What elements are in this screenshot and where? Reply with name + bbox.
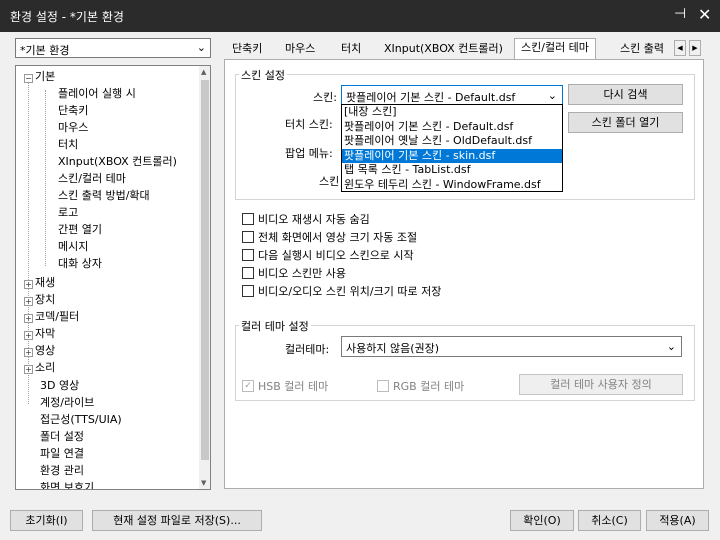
expander-icon[interactable]: + [24, 365, 33, 374]
tab-touch[interactable]: 터치 [341, 40, 361, 60]
chevron-down-icon: ⌄ [196, 41, 206, 54]
scroll-up-icon[interactable]: ▲ [201, 68, 206, 76]
window-title: 환경 설정 - *기본 환경 [10, 10, 124, 24]
tab-scroll-right-icon[interactable]: ▶ [689, 40, 701, 56]
close-icon[interactable]: ✕ [698, 5, 711, 24]
checkbox-box[interactable] [377, 380, 389, 392]
skin-option[interactable]: 팟플레이어 옛날 스킨 - OldDefault.dsf [342, 134, 562, 149]
title-bar: 환경 설정 - *기본 환경 ⊣ ✕ [0, 0, 720, 32]
tree-item-codec[interactable]: + 코덱/필터 [24, 308, 79, 325]
expander-icon[interactable]: + [24, 314, 33, 323]
chevron-down-icon: ⌄ [666, 340, 676, 353]
tree-item-shortcuts[interactable]: 단축키 [58, 102, 88, 119]
tree-item-screensaver[interactable]: 화면 보호기 [40, 479, 94, 489]
checkbox-box[interactable] [242, 249, 254, 261]
tree-item-skin[interactable]: 스킨/컬러 테마 [58, 170, 126, 187]
separator [235, 199, 695, 200]
tree-item-audio[interactable]: + 소리 [24, 359, 55, 376]
tree-item-account[interactable]: 계정/라이브 [40, 394, 94, 411]
tab-mouse[interactable]: 마우스 [285, 40, 315, 60]
skin-option-selected[interactable]: 팟플레이어 기본 스킨 - skin.dsf [342, 148, 562, 163]
skin-option[interactable]: 탭 목록 스킨 - TabList.dsf [342, 163, 562, 178]
tree-item-subtitle[interactable]: + 자막 [24, 325, 55, 342]
auto-hide-checkbox[interactable]: 비디오 재생시 자동 숨김 [242, 211, 370, 227]
rescan-button[interactable]: 다시 검색 [568, 84, 683, 105]
expander-icon[interactable]: + [24, 280, 33, 289]
color-theme-group-label: 컬러 테마 설정 [239, 318, 311, 334]
tree-item-env-manage[interactable]: 환경 관리 [40, 462, 84, 479]
tab-skin-theme[interactable]: 스킨/컬러 테마 [514, 38, 596, 60]
start-video-skin-checkbox[interactable]: 다음 실행시 비디오 스킨으로 시작 [242, 247, 414, 263]
tree-item-video[interactable]: + 영상 [24, 342, 55, 359]
tree-item-playback[interactable]: + 재생 [24, 274, 55, 291]
scrollbar-thumb[interactable] [201, 80, 209, 460]
touch-skin-label: 터치 스킨: [285, 118, 333, 131]
tree-item-xinput[interactable]: XInput(XBOX 컨트롤러) [58, 153, 177, 170]
separate-size-checkbox[interactable]: 비디오/오디오 스킨 위치/크기 따로 저장 [242, 283, 441, 299]
tree-item-mouse[interactable]: 마우스 [58, 119, 88, 136]
tab-skin-output[interactable]: 스킨 출력 [620, 40, 664, 60]
open-skin-folder-button[interactable]: 스킨 폴더 열기 [568, 112, 683, 133]
tree-item-folders[interactable]: 폴더 설정 [40, 428, 84, 445]
checkbox-box[interactable] [242, 285, 254, 297]
category-tree[interactable]: − 기본 플레이어 실행 시 단축키 마우스 터치 XInput(XBOX 컨트롤… [15, 65, 211, 490]
tree-item-startup[interactable]: 플레이어 실행 시 [58, 85, 136, 102]
tab-scroll-left-icon[interactable]: ◀ [674, 40, 686, 56]
reset-button[interactable]: 초기화(I) [10, 510, 83, 531]
tree-item-device[interactable]: + 장치 [24, 291, 55, 308]
check-icon[interactable]: ✓ [242, 380, 254, 392]
skin-label: 스킨: [313, 91, 337, 104]
expander-icon[interactable]: − [24, 74, 33, 83]
tree-item-basic[interactable]: − 기본 [24, 68, 55, 85]
checkbox-box[interactable] [242, 213, 254, 225]
tab-shortcuts[interactable]: 단축키 [232, 40, 262, 60]
tree-item-dialogs[interactable]: 대화 상자 [58, 255, 102, 272]
preset-value: *기본 환경 [20, 44, 70, 57]
expander-icon[interactable]: + [24, 297, 33, 306]
cancel-button[interactable]: 취소(C) [578, 510, 641, 531]
tree-item-skin-output[interactable]: 스킨 출력 방법/확대 [58, 187, 150, 204]
color-theme-select[interactable]: 사용하지 않음(권장) ⌄ [341, 336, 682, 357]
rgb-theme-checkbox[interactable]: RGB 컬러 테마 [377, 378, 464, 394]
skin-option[interactable]: 윈도우 테두리 스킨 - WindowFrame.dsf [342, 178, 562, 193]
save-as-button[interactable]: 현재 설정 파일로 저장(S)... [92, 510, 262, 531]
pin-icon[interactable]: ⊣ [674, 6, 686, 22]
expander-icon[interactable]: + [24, 331, 33, 340]
tree-item-accessibility[interactable]: 접근성(TTS/UIA) [40, 411, 122, 428]
tree-item-logo[interactable]: 로고 [58, 204, 78, 221]
custom-theme-button[interactable]: 컬러 테마 사용자 정의 [519, 374, 683, 395]
tree-item-quick-open[interactable]: 간편 열기 [58, 221, 102, 238]
skin-select[interactable]: 팟플레이어 기본 스킨 - Default.dsf ⌄ [341, 85, 563, 106]
tree-item-3d[interactable]: 3D 영상 [40, 377, 79, 394]
scroll-down-icon[interactable]: ▼ [201, 479, 206, 487]
tab-xinput[interactable]: XInput(XBOX 컨트롤러) [384, 40, 503, 60]
tree-item-messages[interactable]: 메시지 [58, 238, 88, 255]
skin-option[interactable]: [내장 스킨] [342, 105, 562, 120]
expander-icon[interactable]: + [24, 348, 33, 357]
chevron-down-icon: ⌄ [547, 89, 557, 102]
color-theme-value: 사용하지 않음(권장) [346, 342, 440, 355]
popup-menu-label: 팝업 메뉴: [285, 147, 333, 160]
color-theme-label: 컬러테마: [285, 343, 330, 356]
tree-guide-line [45, 90, 46, 266]
preset-select[interactable]: *기본 환경 ⌄ [15, 38, 211, 58]
skin-group-label: 스킨 설정 [239, 67, 287, 83]
apply-button[interactable]: 적용(A) [646, 510, 709, 531]
checkbox-box[interactable] [242, 231, 254, 243]
skin-dropdown-list[interactable]: [내장 스킨] 팟플레이어 기본 스킨 - Default.dsf 팟플레이어 … [341, 104, 563, 192]
tree-item-file-assoc[interactable]: 파일 연결 [40, 445, 84, 462]
hsb-theme-checkbox[interactable]: ✓ HSB 컬러 테마 [242, 378, 328, 394]
skin-select-value: 팟플레이어 기본 스킨 - Default.dsf [346, 91, 516, 104]
auto-resize-checkbox[interactable]: 전체 화면에서 영상 크기 자동 조절 [242, 229, 417, 245]
tree-scrollbar[interactable]: ▲ ▼ [199, 66, 210, 489]
ok-button[interactable]: 확인(O) [510, 510, 574, 531]
skin-option[interactable]: 팟플레이어 기본 스킨 - Default.dsf [342, 120, 562, 135]
checkbox-box[interactable] [242, 267, 254, 279]
tree-item-touch[interactable]: 터치 [58, 136, 78, 153]
video-skin-only-checkbox[interactable]: 비디오 스킨만 사용 [242, 265, 346, 281]
skin-partial-label: 스킨 [319, 175, 340, 188]
